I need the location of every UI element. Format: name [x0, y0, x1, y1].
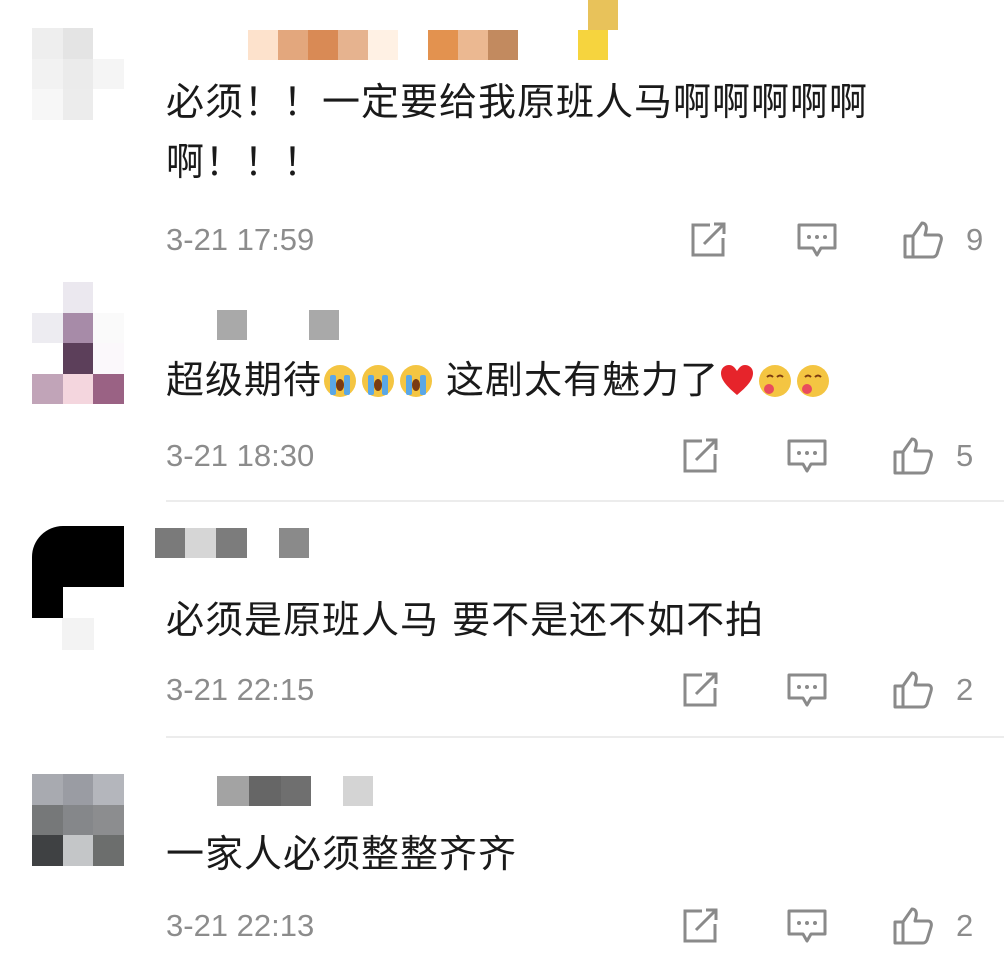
comment-text-line: 必须是原班人马 要不是还不如不拍	[166, 598, 765, 642]
username[interactable]	[155, 776, 373, 806]
like-count: 9	[966, 222, 984, 257]
like-count: 5	[956, 438, 974, 473]
hugging-emoji-icon	[759, 365, 792, 397]
comment-text-part: 这剧太有魅力了	[446, 358, 720, 402]
share-icon[interactable]	[680, 906, 722, 946]
comment-item: 必须！！一定要给我原班人马啊啊啊啊啊 啊！！！ 3-21 17:59 9	[0, 0, 1004, 270]
username[interactable]	[155, 310, 339, 340]
comment-time: 3-21 18:30	[166, 438, 315, 473]
heart-icon	[721, 365, 754, 395]
hugging-emoji-icon	[797, 365, 830, 397]
like-icon[interactable]	[892, 670, 934, 710]
comment-item: 必须是原班人马 要不是还不如不拍 3-21 22:15 2	[0, 502, 1004, 736]
share-icon[interactable]	[688, 220, 730, 260]
like-icon[interactable]	[892, 906, 934, 946]
avatar[interactable]	[32, 28, 124, 120]
username-badge	[588, 0, 618, 30]
comment-time: 3-21 22:15	[166, 672, 315, 707]
comment-text-line: 必须！！一定要给我原班人马啊啊啊啊啊	[166, 80, 869, 124]
crying-emoji-icon	[362, 365, 395, 397]
avatar-pixel	[62, 618, 94, 650]
comment-meta: 3-21 17:59 9	[166, 218, 986, 262]
avatar[interactable]	[32, 282, 124, 404]
reply-icon[interactable]	[786, 906, 828, 946]
comment-time: 3-21 22:13	[166, 908, 315, 943]
crying-emoji-icon	[324, 365, 357, 397]
comment-meta: 3-21 22:13 2	[166, 904, 986, 948]
comment-text: 必须！！一定要给我原班人马啊啊啊啊啊 啊！！！	[166, 72, 956, 192]
comment-text: 一家人必须整整齐齐	[166, 824, 956, 884]
avatar[interactable]	[32, 774, 124, 866]
comment-item: 一家人必须整整齐齐 3-21 22:13 2	[0, 738, 1004, 974]
username[interactable]	[155, 528, 309, 558]
comment-text-part: 超级期待	[166, 358, 323, 402]
share-icon[interactable]	[680, 670, 722, 710]
comment-text: 必须是原班人马 要不是还不如不拍	[166, 590, 956, 650]
crying-emoji-icon	[400, 365, 433, 397]
comment-meta: 3-21 22:15 2	[166, 668, 986, 712]
comment-text-line: 啊！！！	[166, 140, 323, 184]
share-icon[interactable]	[680, 436, 722, 476]
like-icon[interactable]	[902, 220, 944, 260]
username[interactable]	[248, 30, 608, 60]
comment-time: 3-21 17:59	[166, 222, 315, 257]
comment-meta: 3-21 18:30 5	[166, 434, 986, 478]
like-count: 2	[956, 908, 974, 943]
reply-icon[interactable]	[786, 670, 828, 710]
reply-icon[interactable]	[786, 436, 828, 476]
like-count: 2	[956, 672, 974, 707]
like-icon[interactable]	[892, 436, 934, 476]
comment-text: 超级期待 这剧太有魅力了	[166, 350, 956, 410]
avatar[interactable]	[32, 526, 124, 618]
reply-icon[interactable]	[796, 220, 838, 260]
comment-item: 超级期待 这剧太有魅力了 3-21 18:30 5	[0, 270, 1004, 500]
comment-text-line: 一家人必须整整齐齐	[166, 832, 518, 876]
